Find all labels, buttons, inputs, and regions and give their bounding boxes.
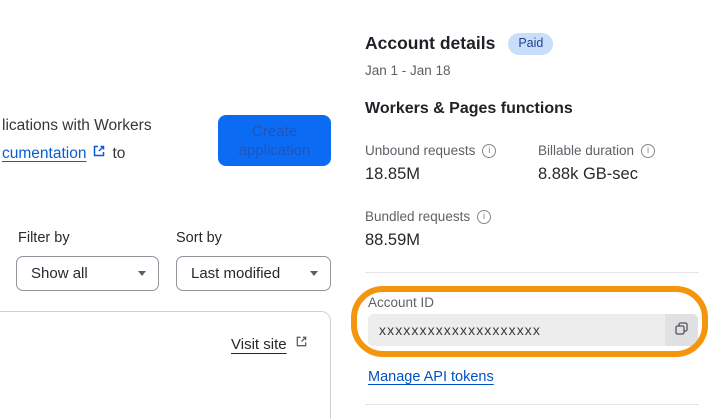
filter-by-label: Filter by (18, 230, 70, 246)
documentation-link[interactable]: cumentation (2, 145, 86, 163)
intro-text-line2: cumentation to (2, 144, 125, 163)
external-link-icon (92, 144, 106, 163)
functions-section-title: Workers & Pages functions (365, 100, 573, 117)
divider (365, 272, 699, 273)
application-card: Visit site (0, 311, 331, 419)
date-range: Jan 1 - Jan 18 (365, 63, 451, 78)
account-id-field: xxxxxxxxxxxxxxxxxxxx (368, 314, 698, 346)
visit-site-link[interactable]: Visit site (231, 336, 287, 353)
manage-api-tokens-link[interactable]: Manage API tokens (368, 369, 494, 385)
copy-button[interactable] (665, 314, 698, 346)
workers-pages-screen: lications with Workers cumentation to Cr… (0, 0, 718, 419)
stat-value: 8.88k GB-sec (538, 165, 638, 183)
filter-select[interactable]: Show all (16, 256, 159, 291)
copy-icon (674, 321, 689, 339)
stat-billable-duration: Billable duration i 8.88k GB-sec (538, 143, 656, 184)
info-icon[interactable]: i (641, 143, 656, 158)
account-details-header: Account details Paid (365, 33, 554, 55)
filter-select-value: Show all (31, 265, 88, 282)
account-details-title: Account details (365, 33, 496, 54)
sort-by-label: Sort by (176, 230, 222, 246)
account-id-input[interactable]: xxxxxxxxxxxxxxxxxxxx (368, 322, 665, 338)
create-application-button[interactable]: Create application (218, 115, 331, 166)
intro-text-suffix: to (112, 144, 126, 162)
external-link-icon (295, 335, 308, 353)
stat-value: 18.85M (365, 165, 421, 183)
visit-site-row: Visit site (231, 335, 308, 353)
divider (365, 404, 699, 405)
stat-label: Billable duration (538, 143, 635, 158)
stat-bundled-requests: Bundled requests i 88.59M (365, 209, 492, 250)
intro-text-line1: lications with Workers (2, 117, 152, 134)
chevron-down-icon (138, 271, 146, 276)
info-icon[interactable]: i (477, 209, 492, 224)
stat-value: 88.59M (365, 231, 421, 249)
sort-select-value: Last modified (191, 265, 281, 282)
create-application-label-line2: application (238, 141, 311, 159)
info-icon[interactable]: i (482, 143, 497, 158)
account-id-label: Account ID (368, 295, 435, 310)
chevron-down-icon (310, 271, 318, 276)
stat-label: Unbound requests (365, 143, 476, 158)
sort-select[interactable]: Last modified (176, 256, 331, 291)
stat-unbound-requests: Unbound requests i 18.85M (365, 143, 497, 184)
stat-label: Bundled requests (365, 209, 471, 224)
create-application-label-line1: Create (251, 122, 298, 140)
plan-badge: Paid (508, 33, 554, 55)
